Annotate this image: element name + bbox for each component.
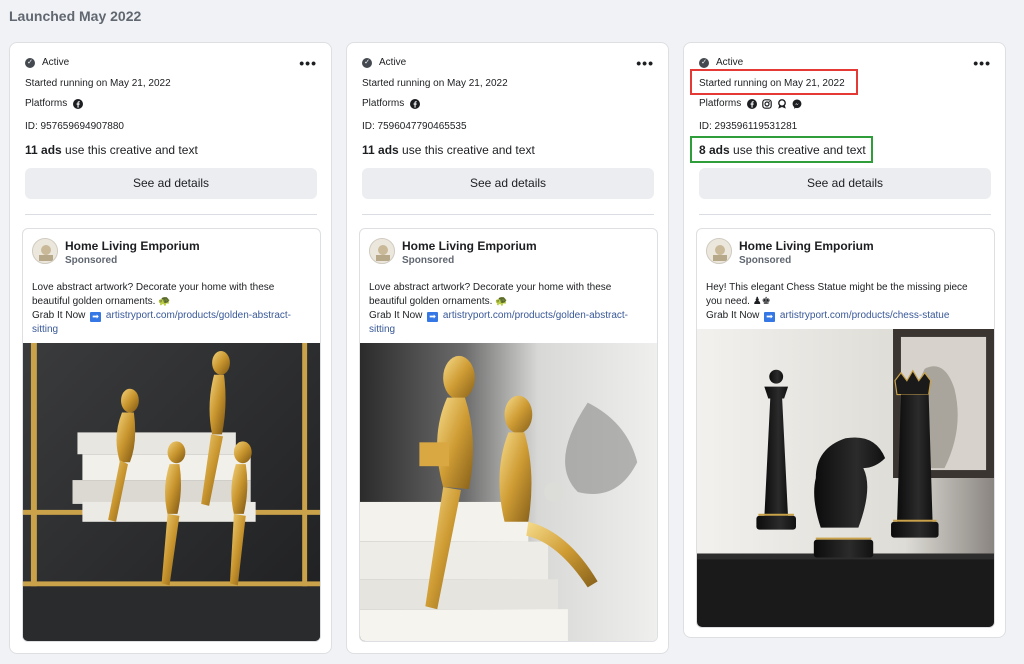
- more-options-button[interactable]: •••: [973, 55, 991, 71]
- ad-id: ID: 7596047790465535: [362, 121, 467, 132]
- divider: [25, 214, 317, 215]
- ads-count-highlight-box: [690, 136, 873, 163]
- advertiser-name[interactable]: Home Living Emporium: [402, 239, 537, 253]
- call-to-action-text: Grab It Now: [369, 310, 423, 321]
- see-ad-details-button[interactable]: See ad details: [362, 168, 654, 199]
- ads-count-text: use this creative and text: [61, 143, 198, 157]
- section-title: Launched May 2022: [9, 8, 142, 24]
- instagram-icon: [762, 98, 773, 109]
- platforms-label: Platforms: [362, 98, 405, 109]
- active-status-icon: ✓: [362, 57, 372, 68]
- ad-copy: Love abstract artwork? Decorate your hom…: [32, 282, 275, 307]
- ad-body-text: Love abstract artwork? Decorate your hom…: [369, 281, 649, 337]
- status-row: ✓ Active: [362, 57, 406, 68]
- ad-body-text: Hey! This elegant Chess Statue might be …: [706, 281, 986, 323]
- active-status-icon: ✓: [25, 57, 35, 68]
- start-date: Started running on May 21, 2022: [25, 78, 171, 89]
- see-ad-details-button[interactable]: See ad details: [699, 168, 991, 199]
- start-date: Started running on May 21, 2022: [362, 78, 508, 89]
- ad-image[interactable]: [697, 329, 994, 627]
- arrow-right-icon: ➡: [90, 312, 102, 322]
- platforms-row: Platforms: [699, 98, 807, 109]
- ad-id: ID: 957659694907880: [25, 121, 124, 132]
- audience-network-icon: [778, 98, 787, 109]
- start-date-highlight-box: [690, 69, 858, 95]
- status-row: ✓ Active: [699, 57, 743, 68]
- status-label: Active: [716, 57, 744, 68]
- ad-copy: Hey! This elegant Chess Statue might be …: [706, 282, 968, 307]
- ad-image[interactable]: [360, 343, 657, 641]
- divider: [699, 214, 991, 215]
- advertiser-avatar[interactable]: [32, 238, 58, 264]
- advertiser-name[interactable]: Home Living Emporium: [65, 239, 200, 253]
- ad-card: ✓ Active ••• Started running on May 21, …: [9, 42, 332, 654]
- status-row: ✓ Active: [25, 57, 69, 68]
- ad-card: ✓ Active ••• Started running on May 21, …: [683, 42, 1006, 638]
- ads-count-bold: 11 ads: [362, 143, 399, 157]
- ad-copy: Love abstract artwork? Decorate your hom…: [369, 282, 612, 307]
- ad-preview: Home Living Emporium Sponsored Love abst…: [22, 228, 321, 642]
- see-ad-details-button[interactable]: See ad details: [25, 168, 317, 199]
- platforms-row: Platforms: [25, 98, 88, 109]
- status-label: Active: [379, 57, 407, 68]
- ad-image[interactable]: [23, 343, 320, 641]
- ads-count: 11 ads use this creative and text: [25, 143, 198, 157]
- more-options-button[interactable]: •••: [636, 55, 654, 71]
- facebook-icon: [410, 98, 421, 109]
- call-to-action-text: Grab It Now: [32, 310, 86, 321]
- product-link[interactable]: artistryport.com/products/chess-statue: [780, 310, 950, 321]
- facebook-icon: [747, 98, 758, 109]
- sponsored-label: Sponsored: [402, 255, 455, 266]
- ad-id: ID: 293596119531281: [699, 121, 798, 132]
- call-to-action-text: Grab It Now: [706, 310, 760, 321]
- ads-count-bold: 11 ads: [25, 143, 62, 157]
- more-options-button[interactable]: •••: [299, 55, 317, 71]
- advertiser-avatar[interactable]: [706, 238, 732, 264]
- sponsored-label: Sponsored: [739, 255, 792, 266]
- arrow-right-icon: ➡: [427, 312, 439, 322]
- messenger-icon: [792, 99, 802, 109]
- advertiser-avatar[interactable]: [369, 238, 395, 264]
- advertiser-name[interactable]: Home Living Emporium: [739, 239, 874, 253]
- divider: [362, 214, 654, 215]
- sponsored-label: Sponsored: [65, 255, 118, 266]
- ads-count-text: use this creative and text: [398, 143, 535, 157]
- arrow-right-icon: ➡: [764, 312, 776, 322]
- facebook-icon: [73, 98, 84, 109]
- platforms-label: Platforms: [25, 98, 68, 109]
- ads-count: 11 ads use this creative and text: [362, 143, 535, 157]
- ad-preview: Home Living Emporium Sponsored Love abst…: [359, 228, 658, 642]
- ad-card: ✓ Active ••• Started running on May 21, …: [346, 42, 669, 654]
- platforms-row: Platforms: [362, 98, 425, 109]
- ad-body-text: Love abstract artwork? Decorate your hom…: [32, 281, 312, 337]
- active-status-icon: ✓: [699, 57, 709, 68]
- platforms-label: Platforms: [699, 98, 742, 109]
- status-label: Active: [42, 57, 70, 68]
- ad-preview: Home Living Emporium Sponsored Hey! This…: [696, 228, 995, 628]
